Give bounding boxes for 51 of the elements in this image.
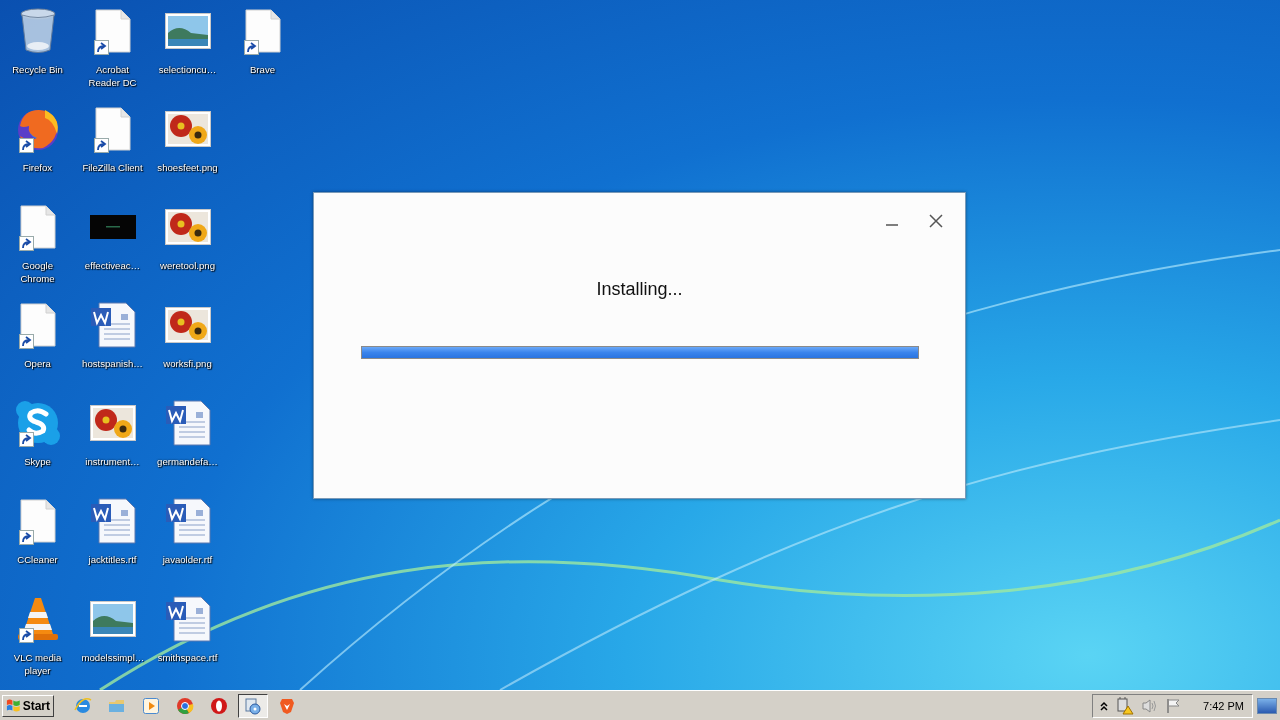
flower-image-icon[interactable] (89, 405, 136, 441)
desktop-icon-label[interactable]: modelssimpl… (81, 651, 144, 664)
desktop-icon-label[interactable]: selectioncu… (158, 63, 217, 76)
desktop-icon-label[interactable]: Firefox (22, 161, 53, 174)
flower-image-icon[interactable] (164, 209, 211, 245)
show-desktop-button[interactable] (1257, 697, 1277, 714)
desktop-icon-label[interactable]: jacktitles.rtf (88, 553, 137, 566)
word-document-icon[interactable] (89, 302, 136, 348)
desktop-icon-label[interactable]: smithspace.rtf (157, 651, 218, 664)
word-document-icon[interactable] (164, 400, 211, 446)
desktop-icon-label[interactable]: VLC media player (6, 651, 69, 677)
ring-icon (210, 696, 228, 715)
desktop-icon-label[interactable]: Brave (249, 63, 276, 76)
desktop-icon-label[interactable]: weretool.png (160, 259, 215, 272)
desktop-icon-label[interactable]: Opera (24, 357, 51, 370)
desktop-icon-label[interactable]: CCleaner (17, 553, 58, 566)
desktop-icon-label[interactable]: Skype (24, 455, 51, 468)
status-message: Installing... (596, 279, 683, 300)
landscape-image-icon[interactable] (164, 13, 211, 49)
installer-icon (244, 696, 262, 715)
chevron-icon[interactable] (1099, 699, 1110, 712)
e-globe-icon (74, 696, 92, 715)
flower-image-icon[interactable] (164, 111, 211, 147)
flower-image-icon[interactable] (164, 307, 211, 343)
desktop-icon-label[interactable]: instrument… (85, 455, 140, 468)
s-cloud-icon[interactable] (14, 400, 61, 446)
desktop-icon-label[interactable]: effectiveac… (84, 259, 141, 272)
shield-icon (278, 696, 296, 715)
word-document-icon[interactable] (164, 498, 211, 544)
start-button[interactable]: Start (2, 694, 54, 717)
recycle-bin-icon[interactable] (18, 8, 57, 54)
word-document-icon[interactable] (164, 596, 211, 642)
network-warning-icon[interactable] (1116, 696, 1135, 715)
desktop-icon-label[interactable]: hostspanish… (82, 357, 143, 370)
desktop-icon-label[interactable]: Acrobat Reader DC (81, 63, 144, 89)
desktop-icon-label[interactable]: shoesfeet.png (157, 161, 218, 174)
desktop-icon-label[interactable]: germandefa… (157, 455, 218, 468)
clock[interactable]: 7:42 PM (1203, 699, 1244, 712)
desktop-icon-label[interactable]: FileZilla Client (82, 161, 143, 174)
desktop-icon-label[interactable]: javaolder.rtf (162, 553, 213, 566)
dark-image-icon[interactable] (89, 215, 136, 239)
desktop-icon-label[interactable]: Recycle Bin (12, 63, 63, 76)
landscape-image-icon[interactable] (89, 601, 136, 637)
four-pane-logo-icon (6, 697, 21, 714)
close-button[interactable] (928, 213, 944, 229)
play-icon (142, 696, 160, 715)
taskbar-button[interactable] (238, 693, 268, 718)
circle-logo-icon (176, 696, 194, 715)
desktop-icon-label[interactable]: worksfi.png (163, 357, 212, 370)
desktop-icon-label[interactable]: Google Chrome (6, 259, 69, 285)
word-document-icon[interactable] (89, 498, 136, 544)
